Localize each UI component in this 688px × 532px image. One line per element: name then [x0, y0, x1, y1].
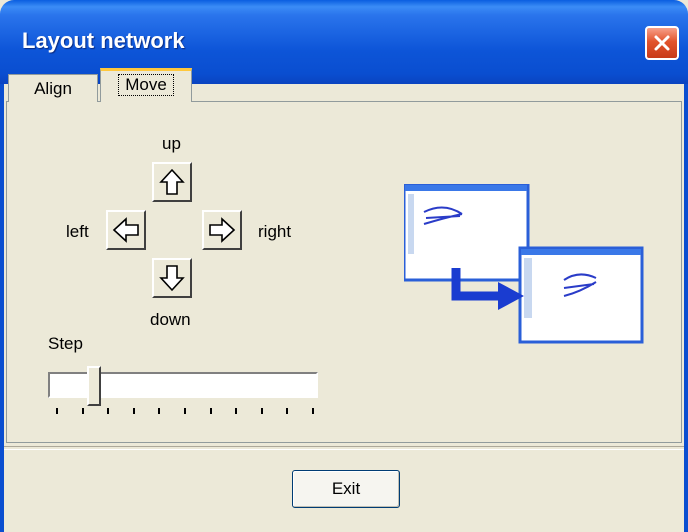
slider-tick — [158, 408, 161, 414]
slider-tick — [107, 408, 110, 414]
slider-tick — [184, 408, 186, 414]
slider-tick — [56, 408, 58, 414]
footer-separator — [4, 446, 684, 450]
tab-align[interactable]: Align — [8, 74, 98, 102]
up-label: up — [162, 134, 181, 153]
slider-tick — [235, 408, 238, 414]
exit-button[interactable]: Exit — [292, 470, 400, 508]
slider-tick — [312, 408, 314, 414]
window-title: Layout network — [22, 28, 185, 53]
slider-tick — [286, 408, 289, 414]
arrow-right-icon — [209, 217, 236, 243]
close-button[interactable] — [645, 26, 679, 60]
slider-tick — [81, 408, 84, 414]
window-frame-left — [0, 84, 4, 532]
slider-tick — [260, 408, 263, 414]
step-label: Step — [48, 334, 83, 353]
step-slider-thumb[interactable] — [87, 366, 101, 406]
left-label: left — [66, 222, 89, 241]
right-label: right — [258, 222, 292, 241]
arrow-up-icon — [159, 168, 185, 195]
tab-move[interactable]: Move — [100, 68, 192, 102]
arrow-down-icon — [159, 265, 185, 292]
window-frame-right — [684, 84, 688, 532]
close-icon — [654, 35, 670, 51]
down-label: down — [150, 310, 191, 329]
move-left-button[interactable] — [106, 210, 146, 250]
slider-tick — [132, 408, 135, 414]
move-right-button[interactable] — [202, 210, 242, 250]
slider-tick — [209, 408, 212, 414]
tab-move-label: Move — [118, 74, 174, 96]
move-up-button[interactable] — [152, 162, 192, 202]
move-network-illustration — [404, 184, 644, 344]
move-down-button[interactable] — [152, 258, 192, 298]
arrow-left-icon — [112, 217, 139, 243]
